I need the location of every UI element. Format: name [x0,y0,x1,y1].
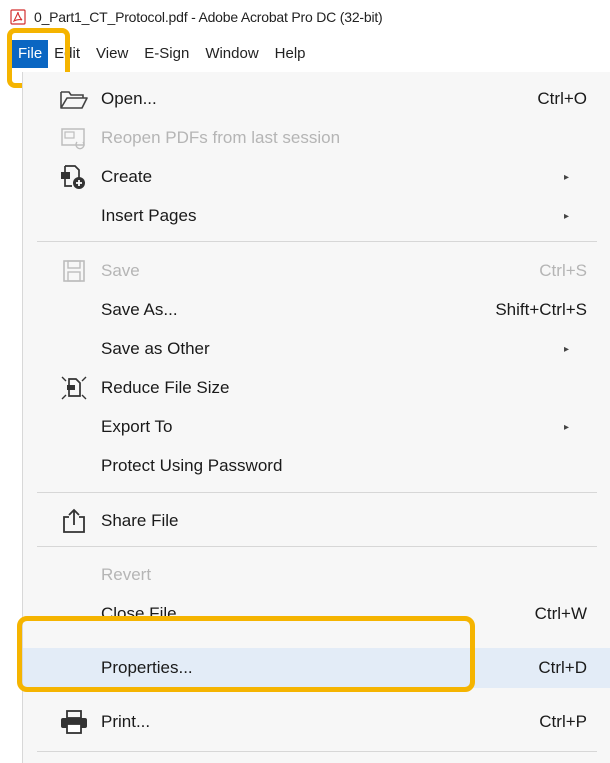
menu-item-shortcut: Ctrl+P [539,712,587,731]
menu-item-shortcut: Ctrl+D [538,658,587,677]
menu-item-shortcut: Ctrl+O [537,89,587,108]
printer-icon [59,707,89,737]
submenu-arrow-icon: ▸ [563,343,569,355]
menu-item-label: Export To [101,417,173,436]
submenu-arrow-icon: ▸ [563,171,569,183]
menu-item-save-as-other[interactable]: Save as Other ▸ [23,330,610,368]
menu-item-save-as[interactable]: Save As... Shift+Ctrl+S [23,291,610,329]
acrobat-pdf-icon [10,9,26,25]
menu-bar: File Edit View E-Sign Window Help [0,38,610,70]
submenu-arrow-icon: ▸ [563,421,569,433]
menu-window[interactable]: Window [197,41,266,67]
menu-separator [37,751,597,752]
menu-help[interactable]: Help [267,41,314,67]
menu-item-shortcut: Shift+Ctrl+S [495,300,587,319]
menu-item-label: Print... [101,712,151,731]
menu-item-protect-password[interactable]: Protect Using Password [23,447,610,485]
menu-item-open[interactable]: Open... Ctrl+O [23,80,610,118]
menu-item-label: Save as Other [101,339,210,358]
reduce-size-icon [59,373,89,403]
menu-item-label: Share File [101,511,179,530]
save-icon [59,256,89,286]
menu-item-shortcut: Ctrl+W [534,604,587,623]
menu-item-properties[interactable]: Properties... Ctrl+D [23,648,610,688]
menu-separator [37,241,597,242]
share-icon [59,506,89,536]
menu-item-label: Insert Pages [101,206,197,225]
file-dropdown-menu: Open... Ctrl+O Reopen PDFs from last ses… [22,72,610,763]
menu-item-label: Save [101,261,140,280]
menu-item-print[interactable]: Print... Ctrl+P [23,703,610,741]
menu-item-insert-pages[interactable]: Insert Pages ▸ [23,197,610,235]
menu-item-export-to[interactable]: Export To ▸ [23,408,610,446]
menu-item-label: Protect Using Password [101,456,283,475]
menu-edit[interactable]: Edit [46,41,88,67]
menu-item-reduce-file-size[interactable]: Reduce File Size [23,369,610,407]
menu-separator [37,546,597,547]
menu-view[interactable]: View [88,41,136,67]
menu-item-save[interactable]: Save Ctrl+S [23,252,610,290]
menu-item-label: Close File [101,604,177,623]
menu-item-label: Create [101,167,153,186]
menu-esign[interactable]: E-Sign [136,41,197,67]
menu-file[interactable]: File [12,40,49,68]
menu-item-revert[interactable]: Revert [23,556,610,594]
menu-item-share-file[interactable]: Share File [23,502,610,540]
menu-item-shortcut: Ctrl+S [539,261,587,280]
submenu-arrow-icon: ▸ [563,210,569,222]
menu-separator [37,492,597,493]
title-bar: 0_Part1_CT_Protocol.pdf - Adobe Acrobat … [0,0,610,34]
menu-item-reopen[interactable]: Reopen PDFs from last session [23,119,610,157]
menu-item-label: Open... [101,89,157,108]
menu-item-label: Save As... [101,300,178,319]
menu-item-label: Reduce File Size [101,378,230,397]
folder-open-icon [59,84,89,114]
menu-item-label: Properties... [101,658,193,677]
menu-item-close-file[interactable]: Close File Ctrl+W [23,595,610,633]
menu-item-label: Reopen PDFs from last session [101,128,341,147]
create-pdf-icon [59,162,89,192]
menu-item-label: Revert [101,565,152,584]
reopen-icon [59,123,89,153]
menu-item-create[interactable]: Create ▸ [23,158,610,196]
window-title: 0_Part1_CT_Protocol.pdf - Adobe Acrobat … [34,9,383,25]
